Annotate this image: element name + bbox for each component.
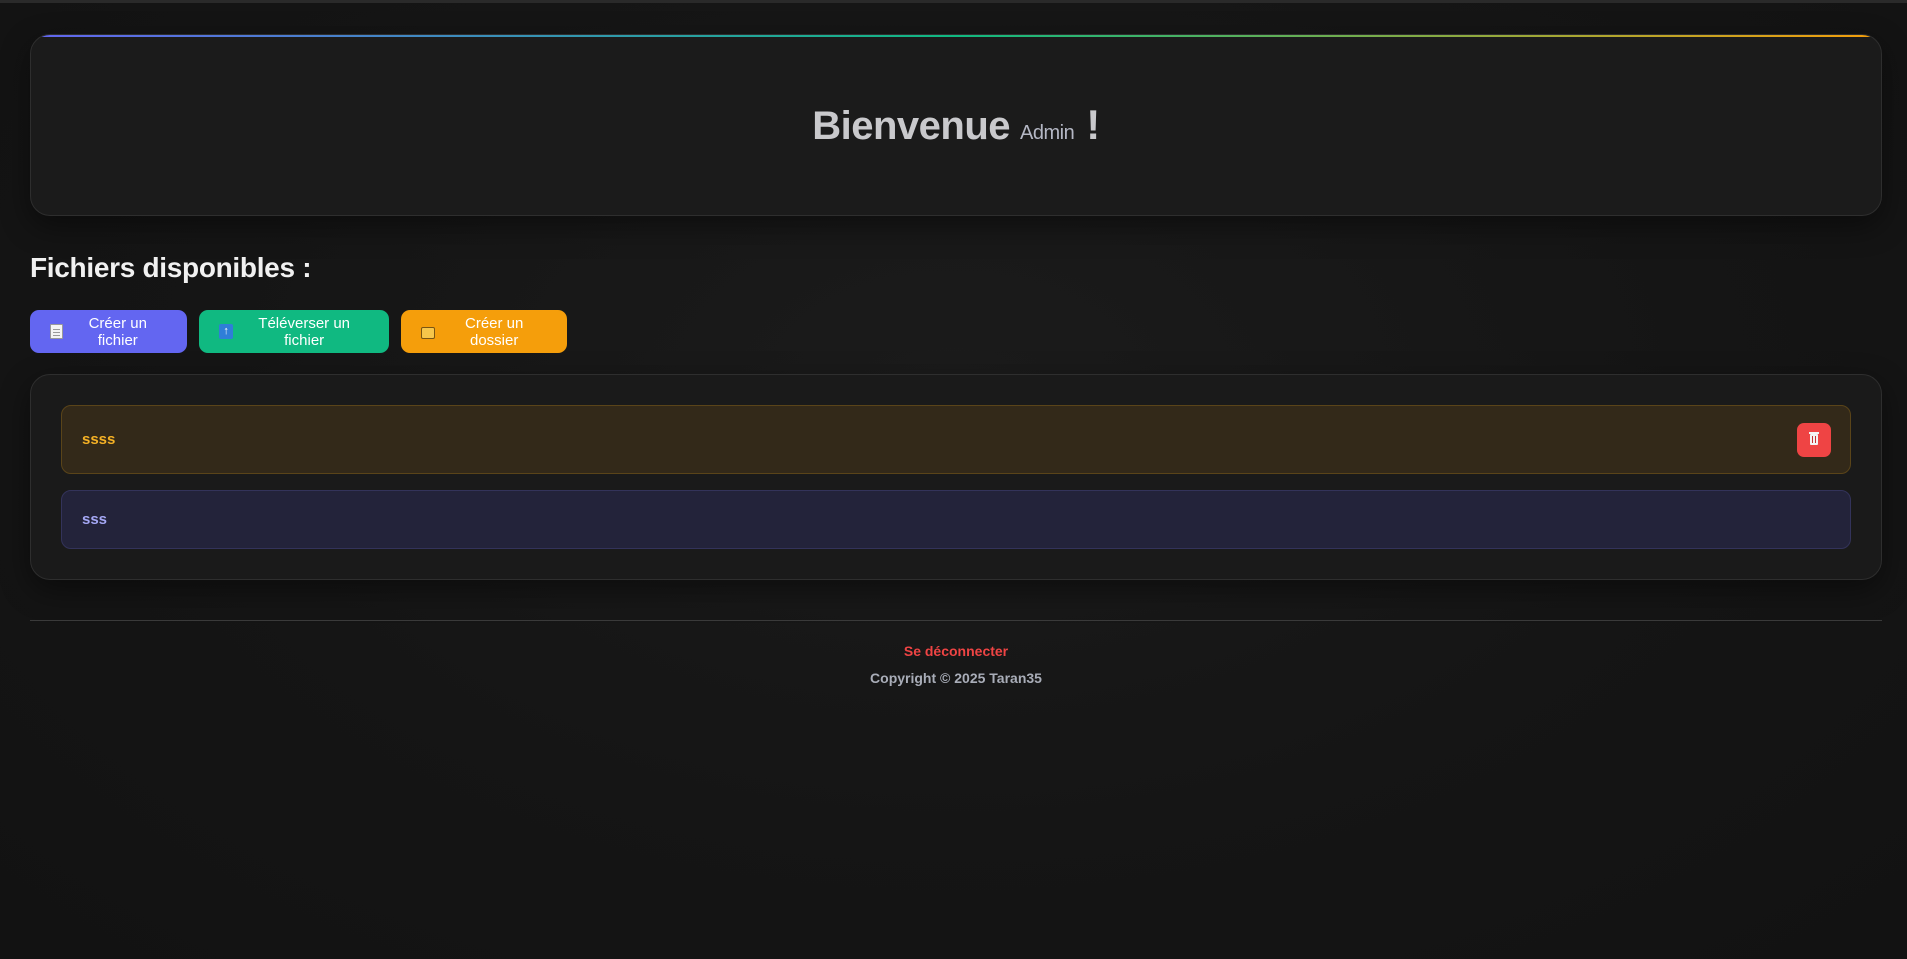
accent-gradient-bar [31, 35, 1881, 37]
file-name[interactable]: sss [82, 511, 107, 528]
footer: Se déconnecter Copyright © 2025 Taran35 [30, 643, 1882, 686]
logout-link[interactable]: Se déconnecter [904, 643, 1008, 659]
create-file-label: Créer un fichier [88, 314, 147, 349]
welcome-username: Admin [1020, 122, 1075, 144]
upload-file-label: Téléverser un fichier [258, 314, 351, 349]
files-section-title: Fichiers disponibles : [30, 252, 312, 283]
delete-button[interactable] [1797, 422, 1831, 457]
folder-icon [421, 326, 436, 339]
action-toolbar: Créer un fichier ↑ Téléverser un fichier… [30, 310, 1882, 353]
document-icon [50, 324, 63, 339]
upload-icon: ↑ [219, 324, 234, 339]
upload-file-button[interactable]: ↑ Téléverser un fichier [199, 310, 389, 353]
trash-icon [1809, 431, 1819, 445]
create-folder-button[interactable]: Créer un dossier [401, 310, 567, 353]
create-file-button[interactable]: Créer un fichier [30, 310, 187, 353]
files-list-panel: ssss sss [30, 374, 1882, 580]
main-container: Bienvenue Admin ! Fichiers disponibles :… [30, 34, 1882, 686]
window-top-border [0, 0, 1907, 3]
welcome-card: Bienvenue Admin ! [30, 34, 1882, 216]
welcome-greeting: Bienvenue [812, 104, 1011, 148]
list-item-file[interactable]: sss [61, 490, 1851, 549]
folder-name[interactable]: ssss [82, 431, 115, 448]
create-folder-label: Créer un dossier [465, 314, 524, 349]
welcome-heading: Bienvenue Admin ! [812, 101, 1100, 149]
footer-divider [30, 620, 1882, 621]
list-item-folder[interactable]: ssss [61, 405, 1851, 474]
welcome-exclamation: ! [1086, 101, 1100, 148]
copyright-text: Copyright © 2025 Taran35 [870, 670, 1042, 686]
